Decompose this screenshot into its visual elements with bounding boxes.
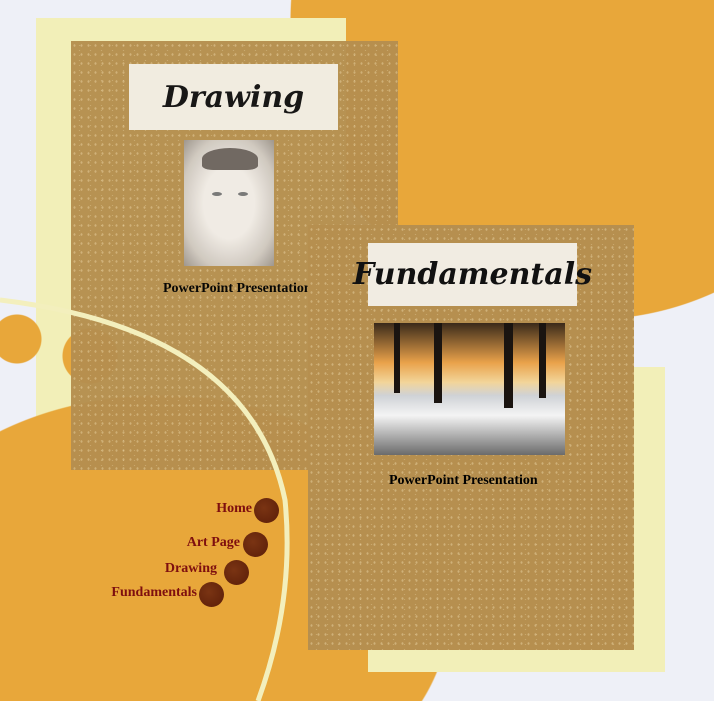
fundamentals-title-text: Fundamentals (352, 257, 593, 292)
fundamentals-title: Fundamentals (353, 243, 592, 306)
nav-fundamentals-bullet-icon[interactable] (199, 582, 224, 607)
nav-drawing-bullet-icon[interactable] (224, 560, 249, 585)
nav-art-page-bullet-icon[interactable] (243, 532, 268, 557)
fundamentals-card: Fundamentals PowerPoint Presentation (308, 225, 634, 650)
fundamentals-powerpoint-link[interactable]: PowerPoint Presentation (389, 473, 538, 489)
nav-art-page[interactable]: Art Page (187, 535, 240, 551)
nav-fundamentals[interactable]: Fundamentals (111, 585, 197, 601)
nav-drawing[interactable]: Drawing (165, 561, 217, 577)
nav-home[interactable]: Home (216, 501, 252, 517)
winter-forest-image[interactable] (374, 323, 565, 455)
nav-home-bullet-icon[interactable] (254, 498, 279, 523)
